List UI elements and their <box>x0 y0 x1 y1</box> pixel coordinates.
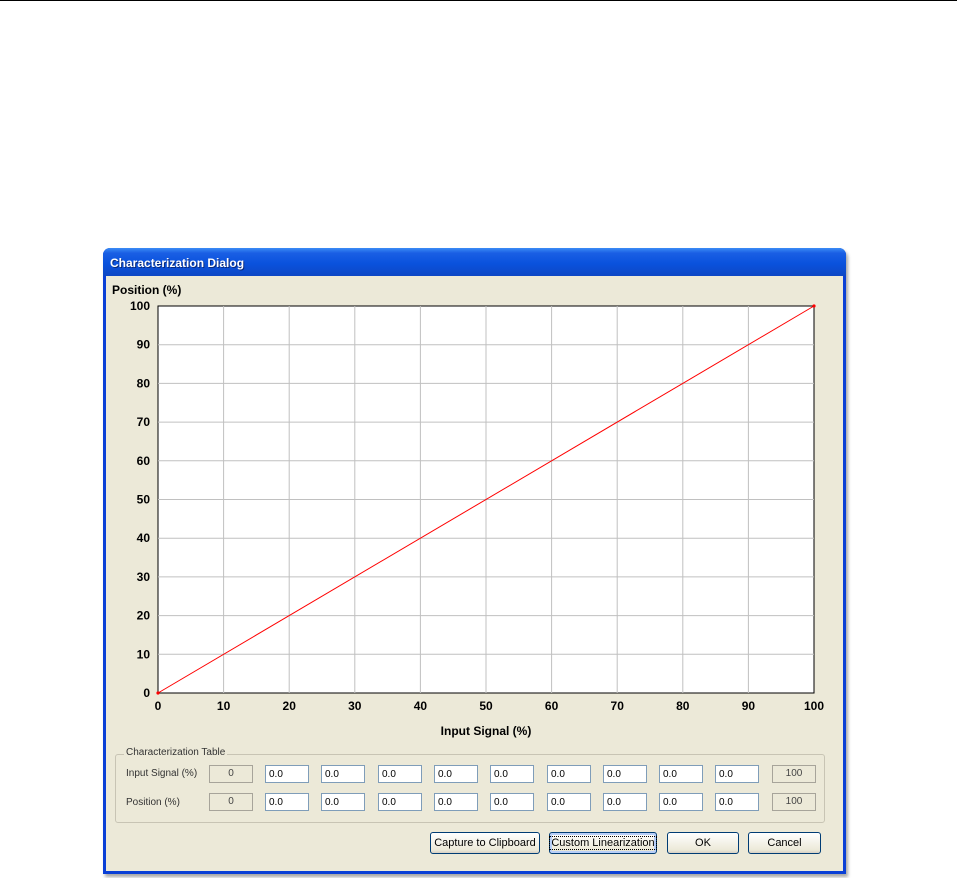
position-cell-9[interactable] <box>715 793 759 811</box>
page-top-rule <box>0 0 957 1</box>
input-signal-cell-9[interactable] <box>715 765 759 783</box>
x-tick-label: 30 <box>348 699 362 713</box>
y-tick-label: 70 <box>137 415 151 429</box>
ok-button-label: OK <box>695 837 711 849</box>
y-tick-label: 90 <box>137 338 151 352</box>
input-signal-cell-3[interactable] <box>378 765 422 783</box>
characterization-chart: 0 10 20 30 40 50 60 70 80 90 100 0 10 20 30 40 50 60 70 80… <box>112 283 825 738</box>
dialog-title: Characterization Dialog <box>110 256 245 270</box>
x-tick-label: 20 <box>283 699 297 713</box>
x-tick-label: 0 <box>155 699 162 713</box>
input-signal-cell-7[interactable] <box>603 765 647 783</box>
y-tick-label: 100 <box>130 299 150 313</box>
data-point <box>812 304 816 308</box>
dialog-titlebar[interactable]: Characterization Dialog <box>103 248 846 276</box>
y-tick-label: 80 <box>137 376 151 390</box>
characterization-dialog: Characterization Dialog 0 10 20 30 40 50 60 70 8… <box>103 248 846 874</box>
position-cell-5[interactable] <box>490 793 534 811</box>
dialog-client-area: 0 10 20 30 40 50 60 70 80 90 100 0 10 20 30 40 50 60 70 80… <box>106 276 843 871</box>
input-signal-cell-5[interactable] <box>490 765 534 783</box>
capture-button-label: Capture to Clipboard <box>434 837 536 849</box>
position-cell-7[interactable] <box>603 793 647 811</box>
input-signal-cell-4[interactable] <box>434 765 478 783</box>
position-cell-8[interactable] <box>659 793 703 811</box>
x-axis-label: Input Signal (%) <box>441 724 532 738</box>
position-cell-4[interactable] <box>434 793 478 811</box>
y-axis-label: Position (%) <box>112 283 181 297</box>
position-first-cell: 0 <box>209 793 253 811</box>
capture-to-clipboard-button[interactable]: Capture to Clipboard <box>430 832 540 854</box>
y-tick-labels: 0 10 20 30 40 50 60 70 80 90 100 <box>130 299 150 700</box>
y-tick-label: 40 <box>137 531 151 545</box>
x-tick-label: 90 <box>742 699 756 713</box>
custom-linearization-button[interactable]: Custom Linearization <box>549 832 657 854</box>
characterization-table-legend: Characterization Table <box>124 747 228 758</box>
position-cell-3[interactable] <box>378 793 422 811</box>
input-signal-row-label: Input Signal (%) <box>126 768 198 779</box>
x-tick-label: 70 <box>611 699 625 713</box>
input-signal-first-cell: 0 <box>209 765 253 783</box>
position-last-cell: 100 <box>772 793 816 811</box>
y-tick-label: 50 <box>137 493 151 507</box>
cancel-button-label: Cancel <box>767 837 802 849</box>
input-signal-cell-8[interactable] <box>659 765 703 783</box>
input-signal-cell-1[interactable] <box>265 765 309 783</box>
input-signal-last-cell: 100 <box>772 765 816 783</box>
x-tick-label: 60 <box>545 699 559 713</box>
x-tick-label: 80 <box>676 699 690 713</box>
y-tick-label: 0 <box>143 686 150 700</box>
position-cell-2[interactable] <box>321 793 365 811</box>
data-point <box>156 691 160 695</box>
custom-button-label: Custom Linearization <box>549 836 657 850</box>
cancel-button[interactable]: Cancel <box>748 832 821 854</box>
position-cell-1[interactable] <box>265 793 309 811</box>
y-tick-label: 10 <box>137 647 151 661</box>
position-row-label: Position (%) <box>126 797 180 808</box>
x-tick-label: 50 <box>479 699 493 713</box>
x-tick-label: 10 <box>217 699 231 713</box>
x-tick-label: 100 <box>804 699 824 713</box>
x-tick-labels: 0 10 20 30 40 50 60 70 80 90 100 <box>155 699 825 713</box>
input-signal-cell-6[interactable] <box>547 765 591 783</box>
y-tick-label: 60 <box>137 454 151 468</box>
y-tick-label: 30 <box>137 570 151 584</box>
ok-button[interactable]: OK <box>667 832 739 854</box>
y-tick-label: 20 <box>137 609 151 623</box>
position-cell-6[interactable] <box>547 793 591 811</box>
x-tick-label: 40 <box>414 699 428 713</box>
input-signal-cell-2[interactable] <box>321 765 365 783</box>
